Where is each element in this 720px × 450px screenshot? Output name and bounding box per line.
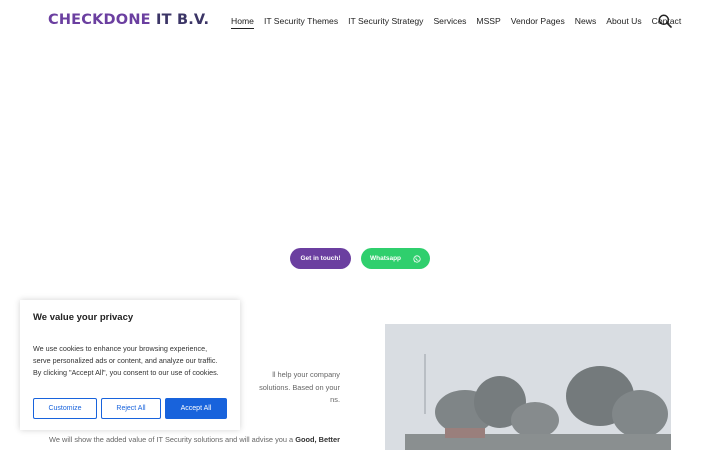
nav-item-home[interactable]: Home: [231, 16, 254, 29]
get-in-touch-button[interactable]: Get in touch!: [290, 248, 351, 269]
cookie-text: We use cookies to enhance your browsing …: [33, 343, 233, 379]
accept-all-button[interactable]: Accept All: [165, 398, 227, 419]
customize-label: Customize: [48, 405, 82, 412]
nav-item-it-security-themes[interactable]: IT Security Themes: [264, 16, 338, 29]
nav-item-services[interactable]: Services: [433, 16, 466, 29]
cookie-consent-banner: We value your privacy We use cookies to …: [20, 300, 240, 430]
cookie-text-line-3: By clicking "Accept All", you consent to…: [33, 368, 219, 377]
whatsapp-icon: [413, 254, 421, 263]
cookie-title: We value your privacy: [33, 312, 134, 323]
logo-part-2: IT B.V.: [150, 12, 210, 28]
cookie-text-line-2: serve personalized ads or content, and a…: [33, 356, 218, 365]
get-in-touch-label: Get in touch!: [300, 255, 341, 262]
reject-all-button[interactable]: Reject All: [101, 398, 161, 419]
nav-item-about-us[interactable]: About Us: [606, 16, 641, 29]
site-logo[interactable]: CHECKDONE IT B.V.: [48, 12, 209, 28]
whatsapp-label: Whatsapp: [369, 255, 402, 262]
main-nav: Home IT Security Themes IT Security Stra…: [231, 16, 691, 29]
logo-part-1: CHECKDONE: [48, 12, 151, 28]
office-photo: [385, 324, 671, 450]
site-header: CHECKDONE IT B.V. Home IT Security Theme…: [0, 0, 720, 44]
nav-item-vendor-pages[interactable]: Vendor Pages: [511, 16, 565, 29]
customize-button[interactable]: Customize: [33, 398, 97, 419]
reject-all-label: Reject All: [116, 405, 146, 412]
whatsapp-button[interactable]: Whatsapp: [361, 248, 430, 269]
search-icon[interactable]: [658, 14, 672, 28]
value-paragraph: We will show the added value of IT Secur…: [49, 435, 340, 444]
nav-item-it-security-strategy[interactable]: IT Security Strategy: [348, 16, 423, 29]
nav-item-mssp[interactable]: MSSP: [476, 16, 500, 29]
nav-item-news[interactable]: News: [575, 16, 597, 29]
accept-all-label: Accept All: [180, 405, 212, 412]
value-text: We will show the added value of IT Secur…: [49, 435, 296, 444]
cookie-text-line-1: We use cookies to enhance your browsing …: [33, 344, 208, 353]
value-bold-text: Good, Better: [295, 435, 340, 444]
